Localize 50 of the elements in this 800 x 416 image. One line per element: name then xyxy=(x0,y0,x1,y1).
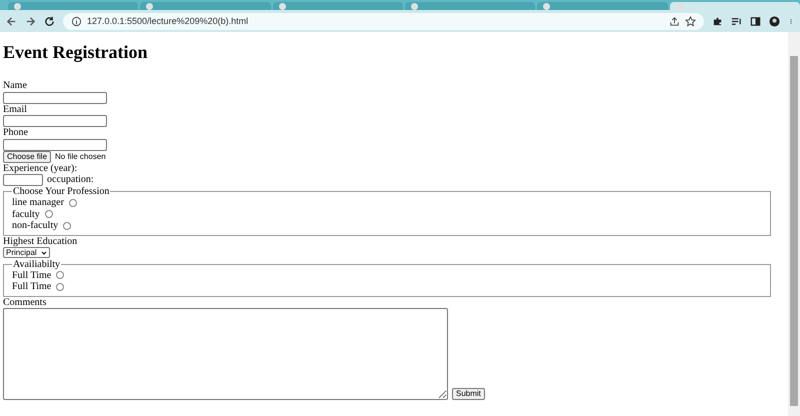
radio-label: faculty xyxy=(12,208,40,220)
text-input[interactable] xyxy=(3,92,107,104)
tab-favicon-icon xyxy=(278,2,286,10)
radio-label: non-faculty xyxy=(12,220,58,231)
page-heading: Event Registration xyxy=(3,42,148,63)
puzzle-icon[interactable] xyxy=(712,16,723,26)
submit-button[interactable]: Submit xyxy=(452,388,485,400)
radio-button[interactable] xyxy=(56,271,64,280)
playlist-icon[interactable] xyxy=(731,16,742,26)
radio-button[interactable] xyxy=(44,210,53,218)
info-icon[interactable] xyxy=(71,16,82,26)
field-label: Phone xyxy=(3,127,29,138)
field-label: Email xyxy=(3,104,28,115)
field-label: Highest Education xyxy=(3,236,78,247)
tab-favicon-icon xyxy=(410,2,418,10)
tab-favicon-icon xyxy=(543,2,550,10)
text-input[interactable] xyxy=(3,174,43,186)
choose-file-button[interactable]: Choose file xyxy=(3,150,52,162)
radio-label: Full Time xyxy=(12,270,52,280)
share-icon[interactable] xyxy=(669,16,680,26)
back-icon[interactable] xyxy=(6,16,17,26)
forward-icon[interactable] xyxy=(25,16,36,26)
scrollbar-thumb[interactable] xyxy=(790,56,798,406)
field-label: Name xyxy=(3,80,28,92)
text-input[interactable] xyxy=(3,115,107,127)
scrollbar[interactable] xyxy=(788,32,800,416)
fieldset-legend: Choose Your Profession xyxy=(12,186,110,197)
radio-label: line manager xyxy=(12,197,64,208)
file-status: No file chosen xyxy=(55,152,106,161)
comments-textarea[interactable] xyxy=(3,308,448,400)
chevron-down-icon xyxy=(40,250,47,256)
radio-button[interactable] xyxy=(68,198,77,207)
address-bar[interactable]: 127.0.0.1:5500/lecture%209%20(b).html xyxy=(63,12,704,30)
url-text: 127.0.0.1:5500/lecture%209%20(b).html xyxy=(87,16,250,26)
fieldset-legend: Availiabilty xyxy=(12,258,62,270)
select-dropdown[interactable]: Principal xyxy=(3,247,50,258)
text-input[interactable] xyxy=(3,138,107,150)
reload-icon[interactable] xyxy=(44,16,55,26)
tab-favicon-icon xyxy=(676,2,683,10)
radio-label: Full Time xyxy=(12,281,52,292)
tab-favicon-icon xyxy=(14,2,21,10)
star-icon[interactable] xyxy=(685,16,696,26)
radio-button[interactable] xyxy=(56,282,64,291)
radio-button[interactable] xyxy=(63,222,72,230)
side-panel-icon[interactable] xyxy=(750,16,761,26)
tab-favicon-icon xyxy=(146,2,154,10)
field-label: Experience (year): xyxy=(3,162,78,174)
field-label: occupation: xyxy=(47,174,94,186)
field-label: Comments xyxy=(3,296,48,308)
avatar-icon[interactable] xyxy=(769,16,780,26)
